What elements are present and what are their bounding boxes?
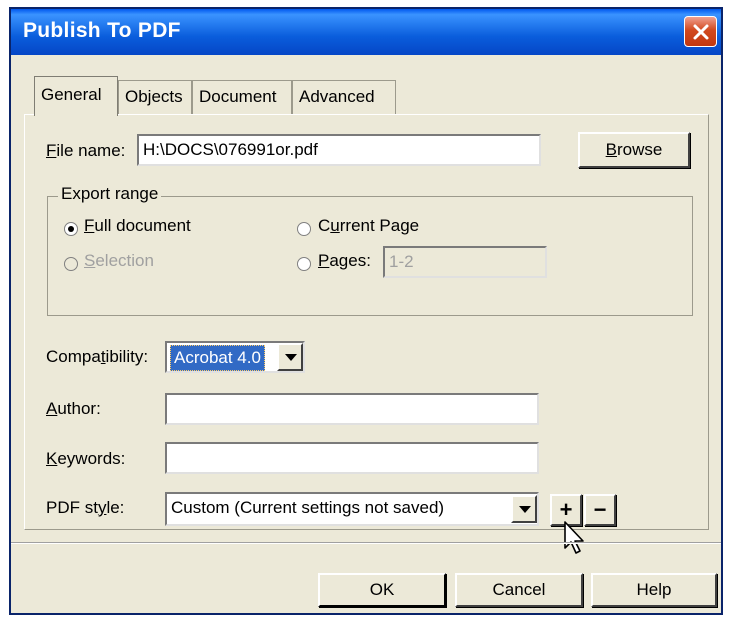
pdf-style-value: Custom (Current settings not saved) [171, 498, 445, 517]
full-document-label[interactable]: Full document [84, 216, 191, 236]
cancel-button[interactable]: Cancel [455, 573, 583, 607]
footer-divider [11, 542, 721, 544]
tab-document[interactable]: Document [192, 80, 292, 114]
full-document-radio[interactable] [64, 222, 78, 236]
tab-advanced[interactable]: Advanced [292, 80, 396, 114]
compatibility-select[interactable]: Acrobat 4.0 [165, 341, 305, 373]
current-page-label[interactable]: Current Page [318, 216, 419, 236]
selection-radio[interactable] [64, 257, 78, 271]
keywords-label: Keywords: [46, 449, 126, 468]
pages-label[interactable]: Pages: [318, 251, 371, 271]
window-title: Publish To PDF [23, 19, 181, 42]
tab-document-label: Document [199, 87, 277, 106]
tab-objects-label: Objects [125, 87, 183, 106]
compatibility-value: Acrobat 4.0 [170, 345, 265, 371]
tab-advanced-label: Advanced [299, 87, 375, 106]
browse-button[interactable]: Browse [578, 132, 690, 168]
close-icon [693, 24, 709, 40]
file-name-input[interactable]: H:\DOCS\076991or.pdf [137, 134, 541, 166]
keywords-input[interactable] [165, 442, 539, 474]
title-bar[interactable]: Publish To PDF [11, 9, 721, 55]
file-name-label: File name: [46, 141, 126, 160]
close-button[interactable] [684, 16, 717, 47]
compatibility-dropdown-icon[interactable] [277, 343, 303, 371]
current-page-radio[interactable] [297, 222, 311, 236]
author-input[interactable] [165, 393, 539, 425]
help-button[interactable]: Help [591, 573, 717, 607]
compatibility-label: Compatibility: [46, 347, 149, 366]
pdf-style-label: PDF style: [46, 498, 125, 517]
ok-button[interactable]: OK [318, 573, 446, 607]
tab-general[interactable]: General [34, 76, 118, 116]
author-label: Author: [46, 399, 101, 418]
selection-label[interactable]: Selection [84, 251, 154, 271]
pages-input[interactable]: 1-2 [383, 246, 547, 278]
pdf-style-dropdown-icon[interactable] [511, 495, 537, 523]
pdf-style-select[interactable]: Custom (Current settings not saved) [165, 492, 539, 526]
tab-general-label: General [41, 85, 102, 104]
mouse-cursor-icon [564, 521, 584, 554]
tab-objects[interactable]: Objects [118, 80, 192, 114]
pages-radio[interactable] [297, 257, 311, 271]
export-range-legend: Export range [58, 184, 162, 204]
